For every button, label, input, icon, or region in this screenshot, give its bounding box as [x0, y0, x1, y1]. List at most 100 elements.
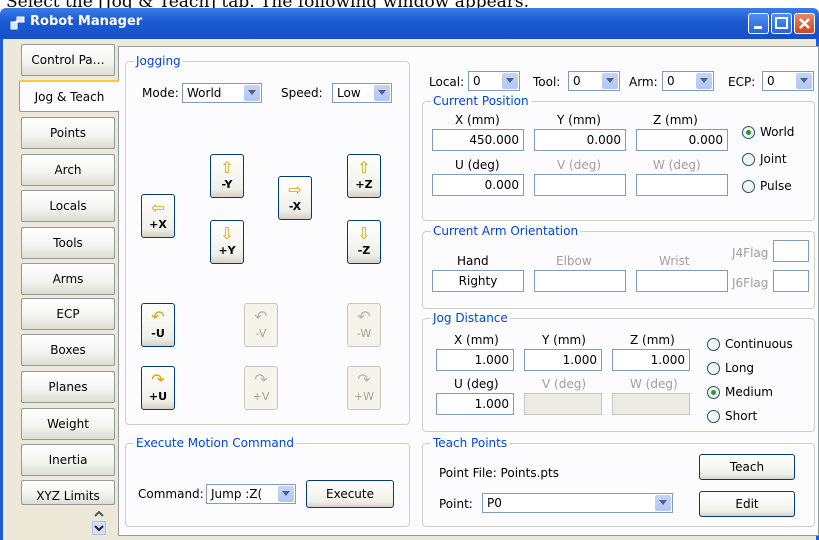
minimize-icon: [754, 26, 762, 29]
edit-button[interactable]: Edit: [699, 491, 795, 517]
pos-v-field[interactable]: [534, 174, 626, 196]
tab-ecp[interactable]: ECP: [21, 298, 115, 330]
dist-y-field[interactable]: 1.000: [524, 349, 602, 371]
wrist-field[interactable]: [636, 270, 728, 292]
mode-select[interactable]: World: [182, 83, 262, 103]
tab-boxes[interactable]: Boxes: [21, 334, 115, 366]
tab-scroll-down-button[interactable]: [92, 521, 106, 535]
tool-select[interactable]: 0: [568, 71, 620, 91]
jog-plus-u-button[interactable]: ↷ +U: [141, 366, 175, 410]
coord-joint-radio[interactable]: Joint: [742, 152, 787, 166]
jog-minus-w-label: -W: [356, 327, 372, 340]
command-select[interactable]: Jump :Z(: [206, 484, 296, 504]
jog-minus-v-button[interactable]: ↶ -V: [244, 303, 278, 347]
jog-plus-z-button[interactable]: ⇧ +Z: [347, 154, 381, 198]
chevron-down-icon: [796, 73, 812, 89]
tab-arms[interactable]: Arms: [21, 263, 115, 295]
tab-locals[interactable]: Locals: [21, 190, 115, 222]
jog-minus-z-button[interactable]: ⇩ -Z: [347, 220, 381, 264]
ecp-select[interactable]: 0: [762, 71, 814, 91]
arrow-up-icon: ⇧: [220, 158, 234, 177]
command-label: Command:: [138, 487, 204, 501]
current-position-title: Current Position: [431, 94, 531, 108]
chevron-down-icon: [696, 73, 712, 89]
tab-points[interactable]: Points: [21, 117, 115, 149]
pos-y-field[interactable]: 0.000: [534, 129, 626, 151]
jog-minus-u-button[interactable]: ↶ -U: [141, 303, 175, 347]
elbow-field[interactable]: [534, 270, 626, 292]
pos-x-field[interactable]: 450.000: [432, 129, 524, 151]
dist-long-radio[interactable]: Long: [707, 361, 754, 375]
pos-z-field[interactable]: 0.000: [636, 129, 728, 151]
tab-xyz-limits[interactable]: XYZ Limits: [21, 480, 115, 505]
execute-motion-title: Execute Motion Command: [134, 436, 296, 450]
dist-continuous-radio[interactable]: Continuous: [707, 337, 793, 351]
jog-plus-w-button[interactable]: ↷ +W: [347, 366, 381, 410]
jog-minus-x-label: -X: [288, 200, 302, 213]
jog-minus-x-button[interactable]: ⇨ -X: [278, 176, 312, 220]
pos-y-label: Y (mm): [557, 113, 601, 127]
pos-v-label: V (deg): [557, 158, 602, 172]
local-select[interactable]: 0: [468, 71, 520, 91]
rotate-ccw-icon: ↶: [151, 307, 165, 326]
coord-pulse-radio[interactable]: Pulse: [742, 179, 792, 193]
jog-plus-x-button[interactable]: ⇦ +X: [141, 194, 175, 238]
dist-medium-radio[interactable]: Medium: [707, 385, 773, 399]
teach-button[interactable]: Teach: [699, 454, 795, 480]
rotate-ccw-icon: ↶: [357, 307, 371, 326]
jog-minus-y-button[interactable]: ⇧ -Y: [210, 154, 244, 198]
tab-control-pa[interactable]: Control Pa…: [21, 44, 115, 76]
jogging-title: Jogging: [134, 54, 183, 68]
coord-world-radio[interactable]: World: [742, 125, 794, 139]
rotate-cw-icon: ↷: [254, 370, 268, 389]
dist-x-label: X (mm): [454, 333, 499, 347]
arrow-down-icon: ⇩: [357, 224, 371, 243]
hand-field[interactable]: Righty: [432, 270, 524, 292]
jog-minus-w-button[interactable]: ↶ -W: [347, 303, 381, 347]
elbow-label: Elbow: [556, 254, 592, 268]
tab-inertia[interactable]: Inertia: [21, 444, 115, 476]
tab-weight[interactable]: Weight: [21, 408, 115, 440]
pos-w-field[interactable]: [636, 174, 728, 196]
tab-scroll-up-button[interactable]: [92, 507, 106, 521]
dist-short-radio[interactable]: Short: [707, 409, 757, 423]
radio-icon: [742, 153, 755, 166]
tab-planes[interactable]: Planes: [21, 371, 115, 403]
pos-x-label: X (mm): [455, 113, 500, 127]
pos-u-field[interactable]: 0.000: [432, 174, 524, 196]
dist-z-field[interactable]: 1.000: [612, 349, 690, 371]
jog-plus-x-label: +X: [149, 218, 167, 231]
jog-plus-y-button[interactable]: ⇩ +Y: [210, 220, 244, 264]
dist-x-field[interactable]: 1.000: [436, 349, 514, 371]
dist-v-field[interactable]: [524, 393, 602, 415]
close-button[interactable]: [794, 13, 815, 34]
execute-button[interactable]: Execute: [306, 480, 394, 508]
execute-motion-group: Execute Motion Command Command: Jump :Z(…: [125, 436, 410, 527]
jog-distance-group: Jog Distance X (mm) Y (mm) Z (mm) 1.000 …: [422, 311, 815, 432]
dist-u-field[interactable]: 1.000: [436, 393, 514, 415]
radio-icon: [707, 338, 720, 351]
j4flag-field[interactable]: [773, 240, 809, 262]
chevron-down-icon: [655, 495, 671, 511]
rotate-ccw-icon: ↶: [254, 307, 268, 326]
arm-select[interactable]: 0: [662, 71, 714, 91]
dist-w-field[interactable]: [612, 393, 690, 415]
edit-button-label: Edit: [735, 497, 759, 511]
arrow-left-icon: ⇦: [151, 198, 165, 217]
tab-tools[interactable]: Tools: [21, 227, 115, 259]
tab-jog-teach[interactable]: Jog & Teach: [19, 80, 119, 112]
radio-icon: [707, 362, 720, 375]
rotate-cw-icon: ↷: [357, 370, 371, 389]
maximize-icon: [775, 17, 788, 29]
teach-points-group: Teach Points Point File: Points.pts Poin…: [422, 436, 815, 527]
jog-plus-v-button[interactable]: ↷ +V: [244, 366, 278, 410]
maximize-button[interactable]: [771, 13, 792, 34]
minimize-button[interactable]: [748, 13, 769, 34]
point-select[interactable]: P0: [482, 493, 673, 513]
dist-u-label: U (deg): [454, 377, 499, 391]
speed-select[interactable]: Low: [332, 83, 392, 103]
jog-plus-z-label: +Z: [355, 178, 373, 191]
tab-arch[interactable]: Arch: [21, 154, 115, 186]
j6flag-field[interactable]: [773, 270, 809, 292]
radio-selected-icon: [707, 386, 720, 399]
